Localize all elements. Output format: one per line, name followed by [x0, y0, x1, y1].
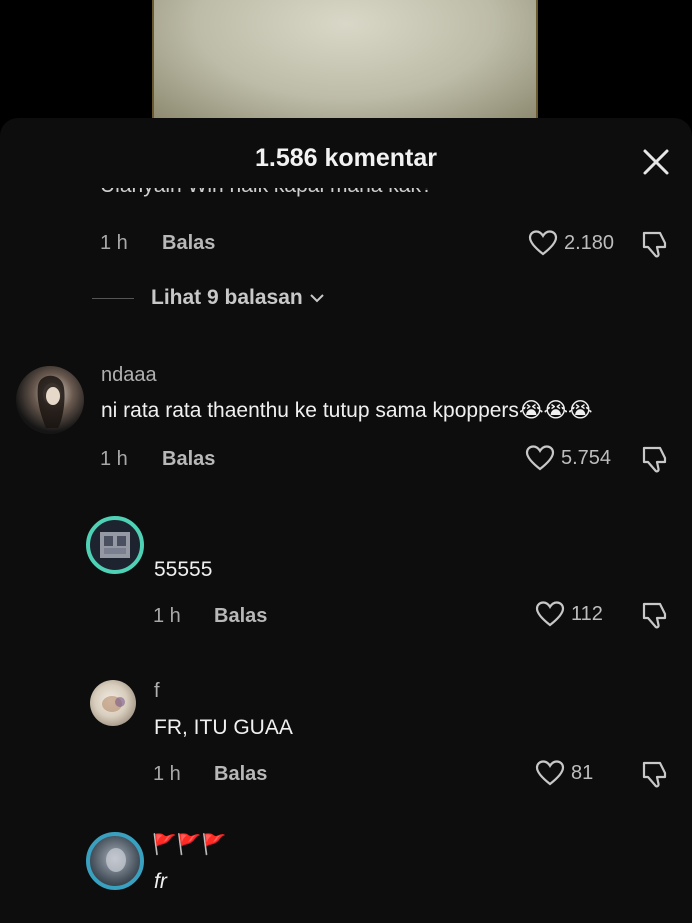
dislike-button[interactable] [640, 600, 672, 630]
heart-icon [535, 601, 565, 627]
reply-button[interactable]: Balas [162, 232, 215, 255]
comment-text: FR, ITU GUAA [154, 716, 293, 739]
comment-username[interactable]: f [154, 680, 160, 703]
chevron-down-icon [310, 294, 324, 303]
avatar[interactable] [86, 516, 144, 574]
reply-button[interactable]: Balas [214, 605, 267, 628]
dislike-icon [642, 231, 667, 258]
video-preview[interactable] [152, 0, 538, 120]
avatar[interactable] [90, 680, 136, 726]
comment-time: 1 h [100, 448, 128, 470]
like-button[interactable]: 81 [535, 759, 593, 787]
user-photo-icon [100, 532, 130, 558]
dislike-button[interactable] [640, 444, 672, 474]
dislike-button[interactable] [640, 759, 672, 789]
dislike-icon [642, 602, 667, 629]
heart-icon [528, 230, 558, 256]
like-count: 81 [571, 761, 594, 784]
like-count: 2.180 [564, 231, 615, 254]
heart-icon [535, 760, 565, 786]
like-count: 5.754 [561, 446, 612, 469]
view-replies-label: Lihat 9 balasan [151, 286, 303, 309]
user-photo-icon [102, 696, 125, 712]
dislike-button[interactable] [640, 229, 672, 259]
heart-icon [525, 445, 555, 471]
dislike-icon [642, 761, 667, 788]
like-button[interactable]: 112 [535, 600, 603, 628]
close-button[interactable] [640, 146, 672, 178]
comment-time: 1 h [100, 232, 128, 254]
comment-text: 55555 [154, 558, 213, 581]
user-photo-icon [106, 848, 126, 872]
avatar[interactable] [86, 832, 144, 890]
partial-comment-text: Ulanyain Win naik kapal mana kak? [100, 188, 530, 208]
reply-button[interactable]: Balas [214, 763, 267, 786]
comment-text: ni rata rata thaenthu ke tutup sama kpop… [101, 399, 593, 422]
sheet-header: 1.586 komentar [0, 118, 692, 198]
comment-time: 1 h [153, 605, 181, 627]
like-button[interactable]: 5.754 [525, 444, 611, 472]
view-replies-button[interactable]: Lihat 9 balasan [92, 286, 325, 310]
close-icon [643, 149, 669, 175]
divider-line [92, 297, 134, 299]
comment-text: fr [154, 870, 167, 893]
reply-button[interactable]: Balas [162, 448, 215, 471]
user-photo-icon [37, 375, 65, 428]
like-button[interactable]: 2.180 [528, 229, 614, 257]
comments-sheet: 1.586 komentar Ulanyain Win naik kapal m… [0, 118, 692, 923]
comment-username[interactable]: 🚩🚩🚩 [152, 832, 227, 857]
comments-count-title: 1.586 komentar [254, 144, 438, 172]
comment-time: 1 h [153, 763, 181, 785]
avatar[interactable] [16, 366, 84, 434]
like-count: 112 [571, 602, 603, 625]
dislike-icon [642, 446, 667, 473]
crying-emoji: 😭😭😭 [518, 399, 593, 422]
comment-username[interactable]: ndaaa [101, 364, 157, 387]
